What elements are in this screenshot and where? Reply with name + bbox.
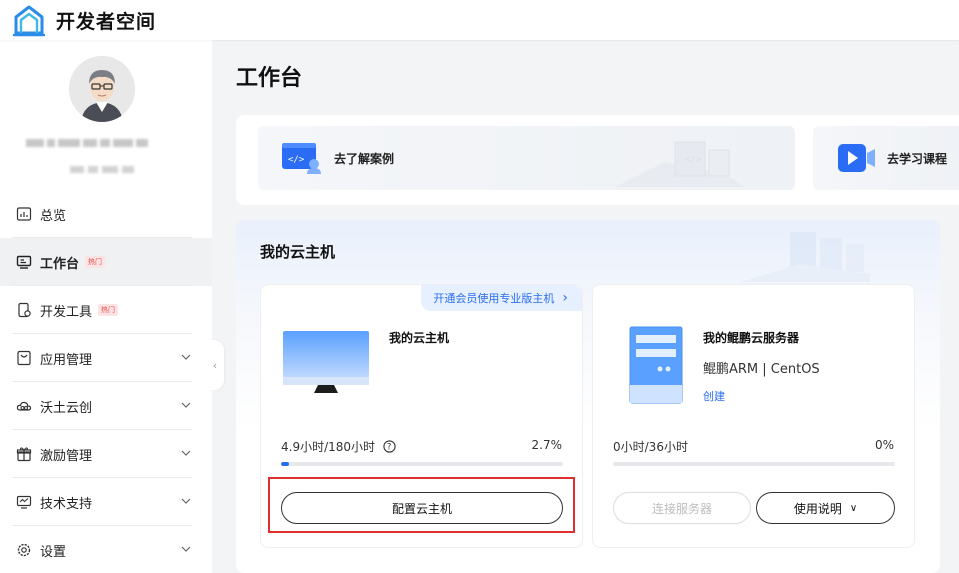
chevron-down-icon: ∨ — [849, 502, 858, 514]
decorative-building-icon: </> — [615, 141, 745, 187]
sidebar-item-incentive[interactable]: 激励管理 — [0, 430, 212, 478]
sidebar-collapse-handle[interactable]: ‹ — [206, 340, 224, 390]
membership-promo-link[interactable]: 开通会员使用专业版主机 › — [421, 285, 582, 311]
connect-server-button[interactable]: 连接服务器 — [613, 492, 751, 524]
usage-guide-button[interactable]: 使用说明 ∨ — [756, 492, 895, 524]
cloud-host-card: 开通会员使用专业版主机 › 我的云主机 4.9小时/180小时? 2.7% 配置… — [260, 284, 583, 548]
chevron-right-icon: › — [562, 290, 568, 306]
create-server-link[interactable]: 创建 — [703, 388, 725, 404]
sidebar-item-dev-tools[interactable]: 开发工具 热门 — [0, 286, 212, 334]
top-bar: 开发者空间 — [0, 0, 959, 40]
sidebar-item-app-management[interactable]: 应用管理 — [0, 334, 212, 382]
sidebar-item-label: 设置 — [40, 544, 67, 560]
sidebar-item-workbench[interactable]: 工作台 热门 — [0, 238, 212, 286]
dev-tools-device-icon — [18, 302, 31, 318]
user-avatar-icon — [69, 56, 135, 122]
chevron-down-icon[interactable] — [180, 543, 192, 555]
page-title: 工作台 — [236, 66, 303, 91]
gear-icon — [17, 543, 31, 557]
code-window-icon: </> — [282, 143, 321, 174]
cloud-icon — [16, 401, 32, 411]
sidebar-item-tech-support[interactable]: 技术支持 — [0, 478, 212, 526]
username-redacted — [26, 132, 176, 147]
avatar[interactable] — [69, 56, 135, 122]
sidebar-item-settings[interactable]: 设置 — [0, 526, 212, 573]
sidebar: 总览 工作台 热门 开发工具 热门 应用管理 沃土云创 激励管理 技术支持 设置 — [0, 40, 212, 573]
usage-value: 4.9小时/180小时 — [281, 440, 376, 454]
sidebar-item-label: 开发工具 — [40, 304, 93, 320]
usage-progress-bar — [281, 462, 563, 466]
decorative-server-icon — [740, 232, 870, 282]
sidebar-item-label: 激励管理 — [40, 448, 93, 464]
usage-percent: 0% — [874, 438, 894, 452]
help-question-icon[interactable]: ? — [383, 440, 396, 453]
chevron-down-icon[interactable] — [180, 447, 192, 459]
hot-badge: 热门 — [98, 304, 119, 316]
chevron-down-icon[interactable] — [180, 495, 192, 507]
sidebar-item-label: 沃土云创 — [40, 400, 93, 416]
kunpeng-server-name: 我的鲲鹏云服务器 — [703, 331, 800, 345]
sidebar-item-label: 技术支持 — [40, 496, 93, 512]
video-play-icon — [838, 144, 875, 172]
overview-chart-icon — [16, 207, 32, 221]
sidebar-item-label: 总览 — [40, 208, 67, 224]
sidebar-item-wotu-cloud[interactable]: 沃土云创 — [0, 382, 212, 430]
usage-guide-label: 使用说明 — [793, 501, 842, 516]
sidebar-item-label: 应用管理 — [40, 352, 93, 368]
hot-badge: 热门 — [85, 256, 106, 268]
desktop-monitor-icon — [283, 331, 369, 393]
usage-progress-bar — [613, 462, 895, 466]
app-management-icon — [17, 350, 31, 366]
quick-card-cases[interactable]: </> 去了解案例 </> — [258, 126, 795, 190]
cloud-host-name: 我的云主机 — [389, 331, 450, 345]
workbench-monitor-icon — [16, 255, 32, 269]
usage-value: 0小时/36小时 — [613, 440, 688, 454]
usage-text: 4.9小时/180小时? — [281, 438, 396, 455]
chevron-down-icon[interactable] — [180, 351, 192, 363]
section-title: 我的云主机 — [260, 243, 336, 261]
user-id-redacted — [70, 158, 140, 173]
quick-card-label: 去了解案例 — [334, 151, 395, 166]
brand-title: 开发者空间 — [56, 10, 157, 33]
usage-percent: 2.7% — [531, 438, 563, 452]
chevron-down-icon[interactable] — [180, 399, 192, 411]
sidebar-item-overview[interactable]: 总览 — [0, 190, 212, 238]
developer-space-logo-icon[interactable] — [12, 3, 46, 37]
gift-icon — [16, 447, 32, 462]
server-tower-icon — [629, 326, 683, 404]
quick-card-label: 去学习课程 — [887, 151, 948, 166]
usage-progress-fill — [281, 462, 289, 466]
sidebar-nav: 总览 工作台 热门 开发工具 热门 应用管理 沃土云创 激励管理 技术支持 设置 — [0, 190, 212, 573]
quick-card-courses[interactable]: 去学习课程 — [813, 126, 959, 190]
configure-cloud-host-button[interactable]: 配置云主机 — [281, 492, 563, 524]
kunpeng-server-card: 我的鲲鹏云服务器 鲲鹏ARM | CentOS 创建 0小时/36小时 0% 连… — [592, 284, 915, 548]
svg-text:?: ? — [387, 443, 392, 453]
quick-links-panel: </> 去了解案例 </> 去学习课程 — [236, 115, 959, 205]
chevron-left-icon: ‹ — [212, 358, 218, 372]
svg-text:</>: </> — [685, 155, 702, 165]
svg-text:</>: </> — [288, 155, 305, 165]
tech-support-monitor-icon — [16, 495, 32, 509]
kunpeng-server-spec: 鲲鹏ARM | CentOS — [703, 362, 820, 377]
sidebar-item-label: 工作台 — [40, 256, 80, 272]
promo-label: 开通会员使用专业版主机 — [433, 292, 555, 305]
